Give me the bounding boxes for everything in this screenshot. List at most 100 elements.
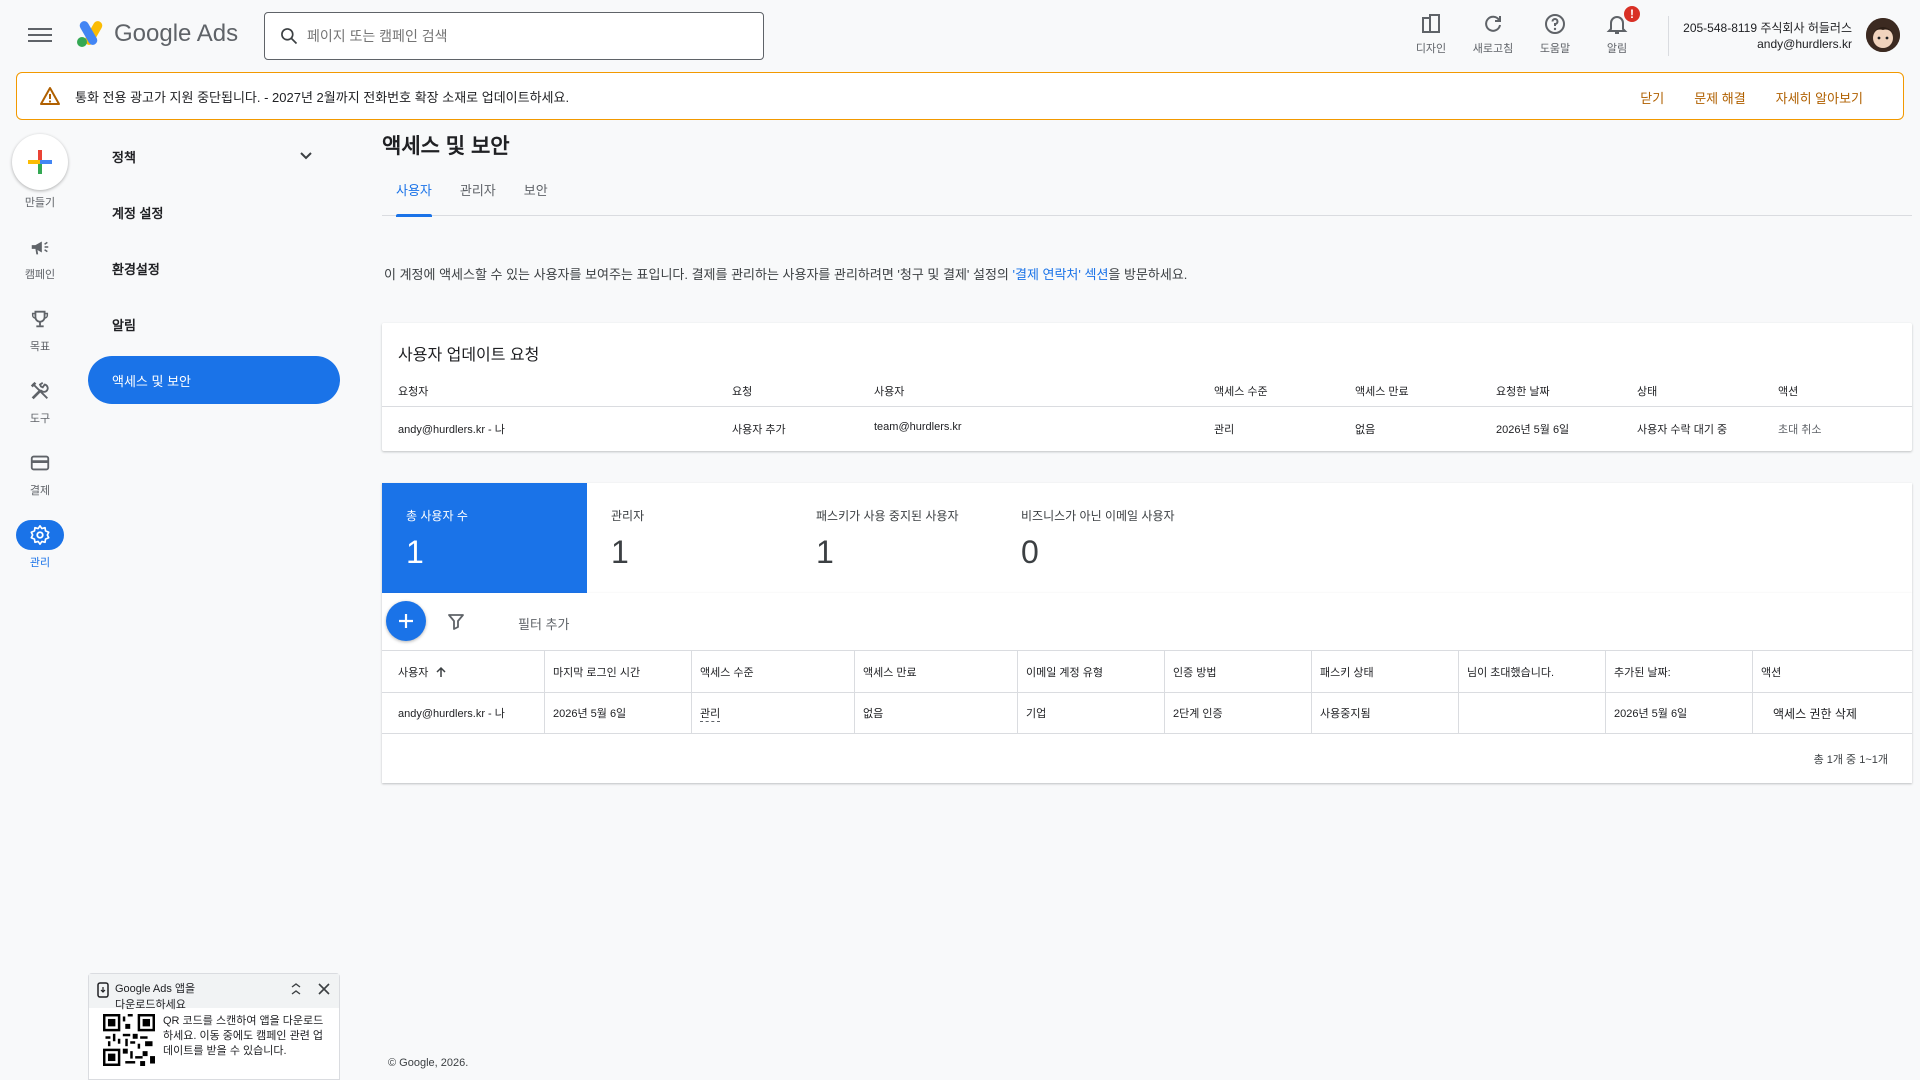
col-email-type[interactable]: 이메일 계정 유형 bbox=[1018, 651, 1165, 692]
pagination-summary: 총 1개 중 1~1개 bbox=[1813, 754, 1888, 766]
cell-user: andy@hurdlers.kr - 나 bbox=[382, 693, 545, 733]
app-download-promo: Google Ads 앱을 다운로드하세요 QR 코드를 스캔하여 앱을 다운로… bbox=[88, 973, 340, 1080]
nav-item-access-security[interactable]: 액세스 및 보안 bbox=[88, 356, 340, 404]
nav-item-policy[interactable]: 정책 bbox=[88, 132, 340, 180]
design-button[interactable]: 디자인 bbox=[1400, 8, 1462, 56]
col-auth-method[interactable]: 인증 방법 bbox=[1165, 651, 1312, 692]
refresh-button[interactable]: 새로고침 bbox=[1462, 8, 1524, 56]
left-rail: 만들기 캠페인 목표 도구 결제 관리 bbox=[0, 130, 80, 592]
table-row: andy@hurdlers.kr - 나 2026년 5월 6일 관리 없음 기… bbox=[382, 693, 1912, 734]
nav-item-preferences[interactable]: 환경설정 bbox=[88, 244, 340, 292]
stat-non-business-email[interactable]: 비즈니스가 아닌 이메일 사용자 0 bbox=[997, 483, 1202, 593]
nav-item-account-settings[interactable]: 계정 설정 bbox=[88, 188, 340, 236]
req-requested-date: 2026년 5월 6일 bbox=[1496, 424, 1570, 436]
col-passkey-status[interactable]: 패스키 상태 bbox=[1312, 651, 1459, 692]
search-input[interactable] bbox=[307, 28, 727, 44]
google-ads-logo[interactable]: Google Ads bbox=[76, 20, 238, 48]
search-box[interactable] bbox=[264, 12, 764, 60]
requests-title: 사용자 업데이트 요청 bbox=[398, 347, 540, 364]
tab-security[interactable]: 보안 bbox=[510, 180, 562, 216]
req-col-access-level: 액세스 수준 bbox=[1214, 386, 1268, 398]
banner-dismiss-link[interactable]: 닫기 bbox=[1640, 88, 1664, 107]
notifications-button[interactable]: ! 알림 bbox=[1586, 4, 1648, 56]
remove-access-button[interactable]: 액세스 권한 삭제 bbox=[1773, 705, 1857, 722]
sort-ascending-icon bbox=[436, 666, 446, 677]
gear-icon bbox=[30, 525, 50, 545]
copyright: © Google, 2026. bbox=[388, 1057, 469, 1069]
chevron-down-icon bbox=[300, 152, 312, 160]
req-col-access-expiry: 액세스 만료 bbox=[1355, 386, 1409, 398]
users-table-card: 필터 추가 사용자 마지막 로그인 시간 액세스 수준 액세스 만료 이메일 계… bbox=[382, 593, 1912, 783]
users-table: 사용자 마지막 로그인 시간 액세스 수준 액세스 만료 이메일 계정 유형 인… bbox=[382, 651, 1912, 734]
col-user-label: 사용자 bbox=[398, 666, 429, 679]
col-date-added[interactable]: 추가된 날짜: bbox=[1606, 651, 1753, 692]
access-level-dropdown[interactable]: 관리 bbox=[700, 705, 721, 722]
create-button[interactable] bbox=[12, 134, 68, 190]
nav-item-notifications[interactable]: 알림 bbox=[88, 300, 340, 348]
product-name: Google Ads bbox=[114, 20, 239, 47]
stat-passkey-disabled[interactable]: 패스키가 사용 중지된 사용자 1 bbox=[792, 483, 997, 593]
promo-title-line2: 다운로드하세요 bbox=[115, 999, 186, 1011]
collapse-icon[interactable] bbox=[289, 982, 303, 996]
col-user[interactable]: 사용자 bbox=[382, 651, 545, 692]
banner-learn-more-link[interactable]: 자세히 알아보기 bbox=[1776, 88, 1863, 107]
banner-troubleshoot-link[interactable]: 문제 해결 bbox=[1694, 88, 1745, 107]
users-table-header: 사용자 마지막 로그인 시간 액세스 수준 액세스 만료 이메일 계정 유형 인… bbox=[382, 651, 1912, 693]
stat-value: 1 bbox=[406, 534, 424, 570]
qr-code-image bbox=[103, 1014, 155, 1066]
account-name: 205-548-8119 주식회사 허들러스 bbox=[1683, 21, 1852, 35]
col-access-level[interactable]: 액세스 수준 bbox=[692, 651, 855, 692]
promo-title-line1: Google Ads 앱을 bbox=[115, 983, 196, 995]
req-col-requester: 요청자 bbox=[398, 386, 429, 398]
stat-value: 0 bbox=[1021, 534, 1039, 570]
requests-table-header: 요청자 요청 사용자 액세스 수준 액세스 만료 요청한 날짜 상태 액션 bbox=[382, 383, 1912, 407]
rail-item-goals[interactable]: 목표 bbox=[0, 304, 80, 354]
tab-users[interactable]: 사용자 bbox=[382, 180, 446, 217]
col-access-expiry[interactable]: 액세스 만료 bbox=[855, 651, 1018, 692]
banner-message: 통화 전용 광고가 지원 중단됩니다. - 2027년 2월까지 전화번호 확장… bbox=[75, 89, 570, 105]
refresh-icon bbox=[1485, 15, 1501, 32]
cancel-invite-link[interactable]: 초대 취소 bbox=[1778, 421, 1822, 437]
add-user-button[interactable] bbox=[386, 601, 426, 641]
stat-value: 1 bbox=[816, 534, 834, 570]
req-request-type: 사용자 추가 bbox=[732, 424, 786, 436]
help-button[interactable]: 도움말 bbox=[1524, 8, 1586, 56]
megaphone-icon bbox=[31, 241, 49, 255]
account-info[interactable]: 205-548-8119 주식회사 허들러스 andy@hurdlers.kr bbox=[1683, 20, 1852, 52]
rail-item-campaigns[interactable]: 캠페인 bbox=[0, 232, 80, 282]
tab-managers[interactable]: 관리자 bbox=[446, 180, 510, 216]
notification-badge: ! bbox=[1622, 4, 1642, 24]
close-icon[interactable] bbox=[317, 982, 331, 996]
nav-label-access-security: 액세스 및 보안 bbox=[112, 373, 191, 389]
description-text-end: 을 방문하세요. bbox=[1108, 267, 1188, 282]
add-filter-button[interactable]: 필터 추가 bbox=[518, 614, 569, 633]
admin-nav: 정책 계정 설정 환경설정 알림 액세스 및 보안 bbox=[88, 132, 340, 412]
account-email: andy@hurdlers.kr bbox=[1757, 37, 1852, 51]
header-divider bbox=[1668, 16, 1669, 56]
col-action: 액션 bbox=[1761, 666, 1782, 679]
avatar[interactable] bbox=[1866, 18, 1900, 52]
nav-label-preferences: 환경설정 bbox=[112, 261, 160, 277]
google-ads-logo-icon bbox=[77, 21, 103, 47]
rail-item-admin[interactable]: 관리 bbox=[0, 520, 80, 570]
rail-label-billing: 결제 bbox=[29, 485, 51, 497]
filter-icon[interactable] bbox=[446, 611, 466, 631]
stat-label: 총 사용자 수 bbox=[406, 509, 468, 523]
rail-item-tools[interactable]: 도구 bbox=[0, 376, 80, 426]
refresh-label: 새로고침 bbox=[1472, 43, 1514, 55]
stat-total-users[interactable]: 총 사용자 수 1 bbox=[382, 483, 587, 593]
col-last-login[interactable]: 마지막 로그인 시간 bbox=[545, 651, 692, 692]
stat-admins[interactable]: 관리자 1 bbox=[587, 483, 792, 593]
user-update-requests-card: 사용자 업데이트 요청 요청자 요청 사용자 액세스 수준 액세스 만료 요청한… bbox=[382, 323, 1912, 451]
rail-item-create[interactable]: 만들기 bbox=[0, 130, 80, 210]
nav-label-notifications: 알림 bbox=[112, 317, 136, 333]
rail-label-admin: 관리 bbox=[29, 557, 51, 569]
cell-email-type: 기업 bbox=[1018, 693, 1165, 733]
search-icon bbox=[281, 28, 298, 45]
cell-date-added: 2026년 5월 6일 bbox=[1606, 693, 1753, 733]
rail-item-billing[interactable]: 결제 bbox=[0, 448, 80, 498]
billing-contacts-link[interactable]: '결제 연락처' 섹션 bbox=[1013, 267, 1109, 282]
warning-icon bbox=[40, 87, 60, 105]
menu-icon[interactable] bbox=[26, 24, 54, 48]
col-invited-by[interactable]: 님이 초대했습니다. bbox=[1459, 651, 1606, 692]
